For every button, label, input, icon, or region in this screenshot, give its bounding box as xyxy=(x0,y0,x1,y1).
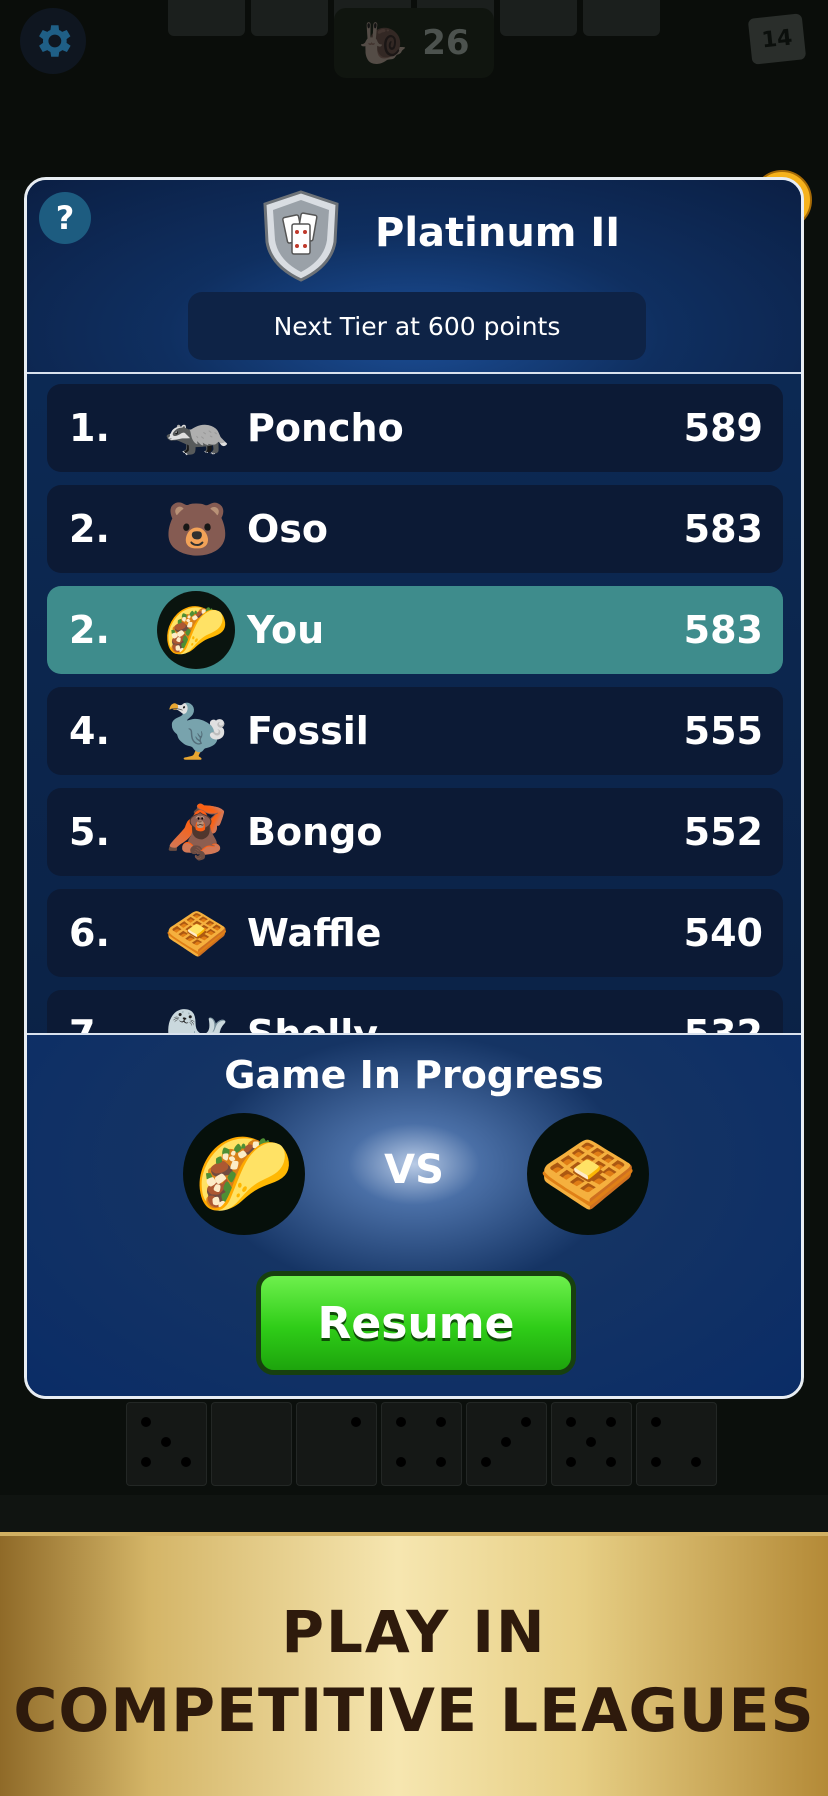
league-shield-icon xyxy=(263,190,339,282)
player-avatar-icon: 🧇 xyxy=(164,903,230,964)
help-button[interactable]: ? xyxy=(39,192,91,244)
player-score: 589 xyxy=(683,406,763,450)
opponent-score: 26 xyxy=(422,23,470,63)
league-modal: ? Platinum II Next Tier at 600 points 1.… xyxy=(24,177,804,1399)
player-name: Bongo xyxy=(247,810,383,854)
snail-icon: 🐌 xyxy=(358,20,409,67)
boneyard-count: 14 xyxy=(747,13,807,65)
opponent-score-pill: 🐌 26 xyxy=(334,8,494,78)
leaderboard-row[interactable]: 5. 🦧 Bongo 552 xyxy=(47,788,783,876)
player-name: Poncho xyxy=(247,406,404,450)
domino-back xyxy=(583,0,660,36)
player-avatar-icon: 🐻 xyxy=(164,499,230,560)
leaderboard-row[interactable]: 7. 🦭 Shelly 532 xyxy=(47,990,783,1033)
player-name: You xyxy=(247,608,325,652)
domino-tile[interactable] xyxy=(466,1402,547,1486)
player-avatar-icon: 🌮 xyxy=(157,591,235,669)
resume-button[interactable]: Resume xyxy=(256,1271,576,1375)
question-mark-icon: ? xyxy=(55,199,75,237)
domino-tile[interactable] xyxy=(126,1402,207,1486)
settings-button[interactable] xyxy=(20,8,86,74)
player-name: Fossil xyxy=(247,709,369,753)
leaderboard-row[interactable]: 2. 🐻 Oso 583 xyxy=(47,485,783,573)
player-score: 583 xyxy=(683,608,763,652)
player-rank: 4. xyxy=(69,709,110,753)
player-avatar-icon: 🦤 xyxy=(164,701,230,762)
domino-tile[interactable] xyxy=(296,1402,377,1486)
player-score: 552 xyxy=(683,810,763,854)
player-score: 583 xyxy=(683,507,763,551)
promo-banner: PLAY IN COMPETITIVE LEAGUES xyxy=(0,1532,828,1796)
game-in-progress-section: Game In Progress 🌮 VS 🧇 Resume xyxy=(27,1033,801,1396)
domino-tile[interactable] xyxy=(551,1402,632,1486)
tier-title: Platinum II xyxy=(375,210,621,256)
next-tier-label: Next Tier at 600 points xyxy=(188,292,646,360)
player-name: Waffle xyxy=(247,911,382,955)
domino-back xyxy=(168,0,245,36)
league-header: ? Platinum II Next Tier at 600 points xyxy=(27,180,801,374)
opponent-avatar: 🧇 xyxy=(527,1113,649,1235)
player-rank: 2. xyxy=(69,507,110,551)
gear-icon xyxy=(39,25,71,57)
bottom-nav-bar xyxy=(0,1495,828,1535)
domino-tile[interactable] xyxy=(211,1402,292,1486)
leaderboard-row-you[interactable]: 2. 🌮 You 583 xyxy=(47,586,783,674)
player-rank: 5. xyxy=(69,810,110,854)
leaderboard-row[interactable]: 4. 🦤 Fossil 555 xyxy=(47,687,783,775)
promo-line-1: PLAY IN xyxy=(281,1598,547,1666)
player-rank: 7. xyxy=(69,1012,110,1033)
domino-tile[interactable] xyxy=(636,1402,717,1486)
player-name: Shelly xyxy=(247,1012,378,1033)
domino-back xyxy=(251,0,328,36)
player-score: 540 xyxy=(683,911,763,955)
promo-line-2: COMPETITIVE LEAGUES xyxy=(13,1676,815,1746)
leaderboard-row[interactable]: 6. 🧇 Waffle 540 xyxy=(47,889,783,977)
player-hand xyxy=(126,1402,717,1486)
player-rank: 1. xyxy=(69,406,110,450)
vs-label: VS xyxy=(384,1147,444,1193)
domino-back xyxy=(500,0,577,36)
player-rank: 2. xyxy=(69,608,110,652)
domino-tile[interactable] xyxy=(381,1402,462,1486)
player-avatar-icon: 🦧 xyxy=(164,802,230,863)
player-score: 532 xyxy=(684,1012,763,1033)
leaderboard-list[interactable]: 1. 🦡 Poncho 589 2. 🐻 Oso 583 2. 🌮 You 583 4. 🦤 Fossil 5… xyxy=(47,384,783,1033)
player-score: 555 xyxy=(683,709,763,753)
player-avatar-icon: 🦡 xyxy=(164,398,230,459)
player-name: Oso xyxy=(247,507,329,551)
player-avatar-icon: 🦭 xyxy=(165,1002,230,1034)
player-rank: 6. xyxy=(69,911,110,955)
game-in-progress-title: Game In Progress xyxy=(224,1053,604,1097)
leaderboard-row[interactable]: 1. 🦡 Poncho 589 xyxy=(47,384,783,472)
